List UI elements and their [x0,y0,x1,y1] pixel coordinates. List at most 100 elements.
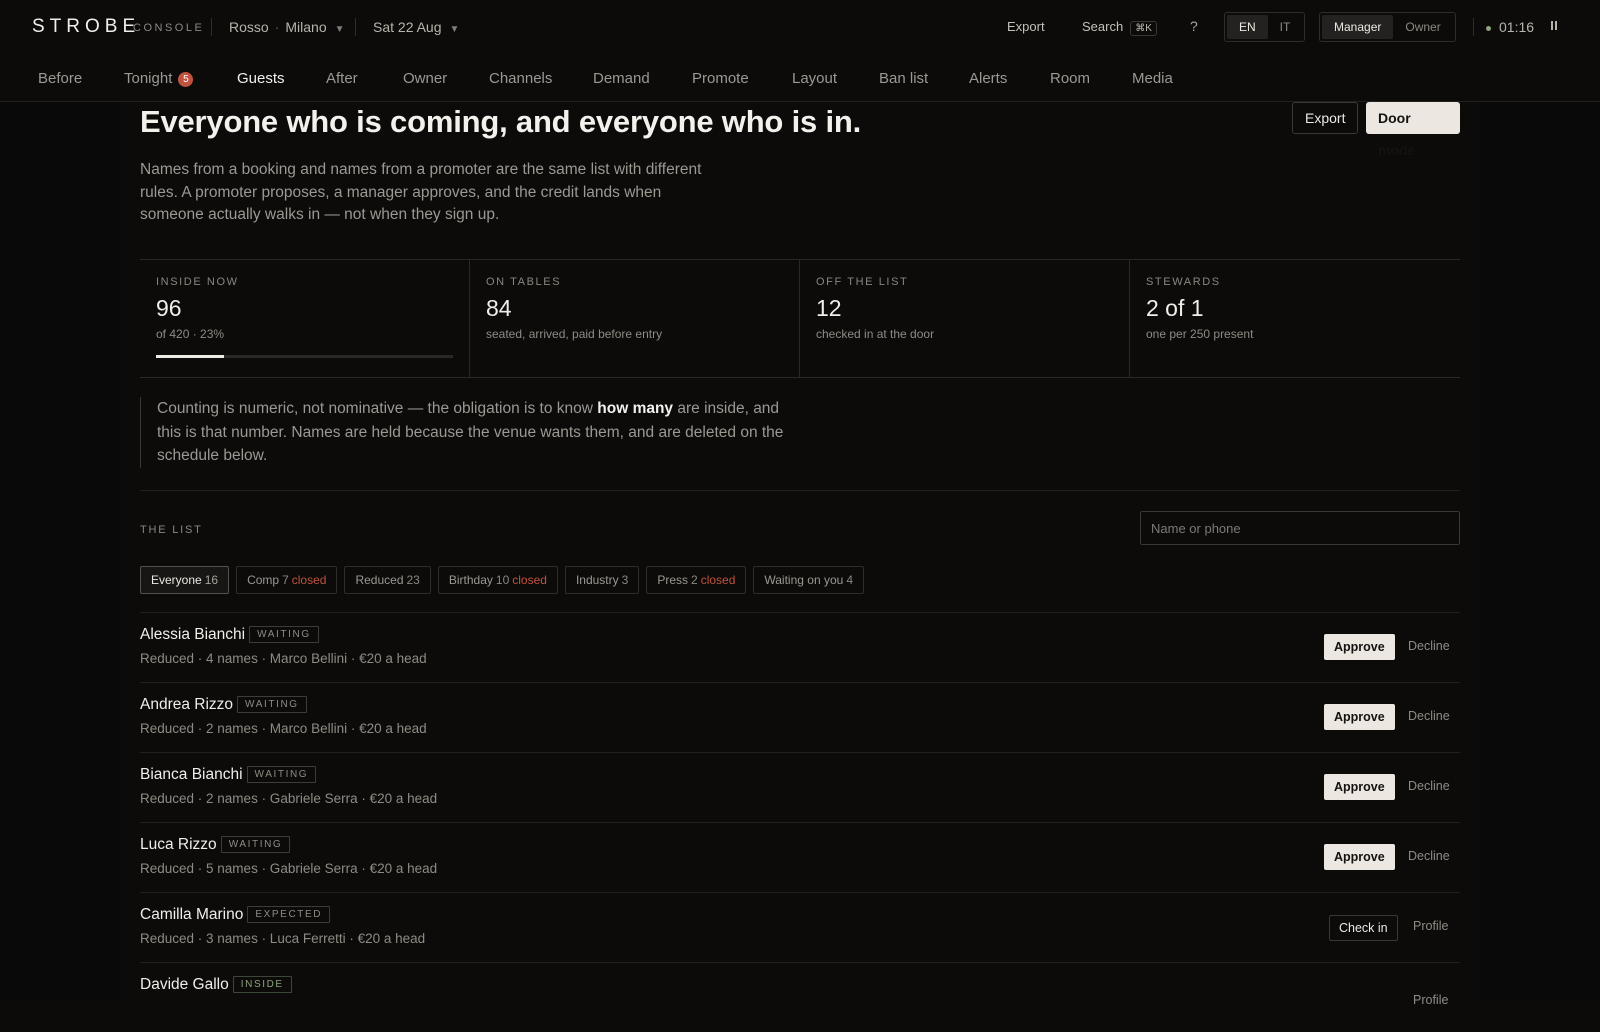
guest-search-input[interactable] [1140,511,1460,545]
guest-name-line: Davide Gallo INSIDE [140,976,292,994]
pause-icon[interactable] [1551,21,1558,30]
guest-meta: Reduced · 3 names · Luca Ferretti · €20 … [140,931,426,946]
guest-name[interactable]: Alessia Bianchi [140,626,245,643]
guest-name[interactable]: Bianca Bianchi [140,766,243,783]
door-mode-button[interactable]: Door mode [1366,102,1460,158]
help-icon[interactable]: ? [1190,18,1198,34]
guest-name[interactable]: Andrea Rizzo [140,696,233,713]
guest-row: Alessia Bianchi WAITING Reduced · 4 names… [140,612,1460,682]
timer-value: 01:16 [1499,19,1535,35]
export-button[interactable]: Export [1292,102,1359,134]
filter-label: Comp [247,573,280,587]
brand-logo: STROBE [32,16,141,37]
approve-button[interactable]: Approve [1324,634,1395,660]
guest-name-line: Luca Rizzo WAITING [140,836,291,854]
guest-row: Bianca Bianchi WAITING Reduced · 2 names … [140,752,1460,822]
language-toggle: EN IT [1224,12,1306,42]
venue-selector[interactable]: Rosso · Milano ▼ [229,19,345,35]
decline-button[interactable]: Decline [1408,779,1450,793]
role-manager-option[interactable]: Manager [1322,15,1394,39]
stat-label: ON TABLES [486,276,562,288]
filter-everyone[interactable]: Everyone 16 [140,566,230,594]
status-badge: WAITING [237,696,307,713]
date-label: Sat 22 Aug [373,19,442,35]
stat-label: STEWARDS [1146,276,1221,288]
brand-subtitle: CONSOLE [133,22,205,34]
tab-channels[interactable]: Channels [489,70,552,87]
guest-name-line: Andrea Rizzo WAITING [140,696,307,714]
tab-room[interactable]: Room [1050,70,1090,87]
filter-label: Industry [575,573,619,587]
filter-label: Press [657,573,688,587]
stat-sub: seated, arrived, paid before entry [486,327,663,341]
tab-media[interactable]: Media [1132,70,1173,87]
search-button[interactable]: Search ⌘K [1082,19,1157,36]
capacity-progress-bar [156,355,453,358]
filter-label: Reduced [355,573,404,587]
filter-comp[interactable]: Comp 7 closed [236,566,338,594]
role-toggle: Manager Owner [1319,12,1456,42]
stat-stewards: STEWARDS 2 of 1 one per 250 present [1130,260,1460,377]
status-badge: EXPECTED [247,906,331,923]
approve-button[interactable]: Approve [1324,844,1395,870]
filter-count: 3 [621,573,629,587]
closed-flag: closed [700,573,736,587]
filter-reduced[interactable]: Reduced 23 [344,566,431,594]
export-link[interactable]: Export [1007,19,1045,34]
decline-button[interactable]: Decline [1408,709,1450,723]
guest-meta: Reduced · 4 names · Marco Bellini · €20 … [140,651,427,666]
tab-layout[interactable]: Layout [792,70,837,87]
tab-alerts[interactable]: Alerts [969,70,1007,87]
stat-sub: one per 250 present [1146,327,1254,341]
venue-city: Milano [285,19,327,35]
closed-flag: closed [512,573,547,587]
tab-ban-list[interactable]: Ban list [879,70,928,87]
guest-name[interactable]: Camilla Marino [140,906,243,923]
lang-it-option[interactable]: IT [1268,15,1303,39]
lang-en-option[interactable]: EN [1227,15,1268,39]
filter-label: Birthday [448,573,493,587]
tab-tonight-label: Tonight [124,70,173,87]
approve-button[interactable]: Approve [1324,704,1395,730]
capacity-progress-fill [156,355,225,358]
role-owner-option[interactable]: Owner [1393,15,1452,39]
filter-count: 4 [846,573,853,587]
divider [1473,18,1474,36]
filter-waiting-on-you[interactable]: Waiting on you 4 [753,566,864,594]
profile-link[interactable]: Profile [1413,993,1448,1007]
filter-count: 16 [204,573,219,587]
tab-demand[interactable]: Demand [593,70,650,87]
venue-name: Rosso [229,19,269,35]
tab-before[interactable]: Before [38,70,82,87]
profile-link[interactable]: Profile [1413,919,1448,933]
session-timer: 01:16 [1486,19,1534,35]
guest-meta: Reduced · 2 names · Marco Bellini · €20 … [140,721,427,736]
tab-after[interactable]: After [326,70,358,87]
section-divider [140,490,1460,491]
stat-value: 2 of 1 [1146,295,1204,321]
page-description: Names from a booking and names from a pr… [140,161,702,223]
tab-tonight[interactable]: Tonight 5 [124,70,194,87]
guest-name[interactable]: Luca Rizzo [140,836,217,853]
tab-owner[interactable]: Owner [403,70,447,87]
filter-birthday[interactable]: Birthday 10 closed [437,566,558,594]
tab-guests[interactable]: Guests [237,70,285,87]
divider [355,18,356,36]
guest-row: Camilla Marino EXPECTED Reduced · 3 names… [140,892,1460,962]
note-emphasis: how many [597,400,674,417]
decline-button[interactable]: Decline [1408,849,1450,863]
tonight-count-badge: 5 [178,72,194,87]
approve-button[interactable]: Approve [1324,774,1395,800]
guest-name[interactable]: Davide Gallo [140,976,229,993]
decline-button[interactable]: Decline [1408,639,1450,653]
check-in-button[interactable]: Check in [1329,915,1398,941]
stat-label: INSIDE NOW [156,276,239,288]
date-selector[interactable]: Sat 22 Aug ▼ [373,19,459,35]
filter-label: Waiting on you [764,573,844,587]
list-section-label: THE LIST [140,524,203,536]
filter-press[interactable]: Press 2 closed [646,566,747,594]
status-badge: INSIDE [232,976,292,993]
tab-promote[interactable]: Promote [692,70,749,87]
filter-industry[interactable]: Industry 3 [564,566,640,594]
note-text-before: Counting is numeric, not nominative — th… [157,400,598,417]
